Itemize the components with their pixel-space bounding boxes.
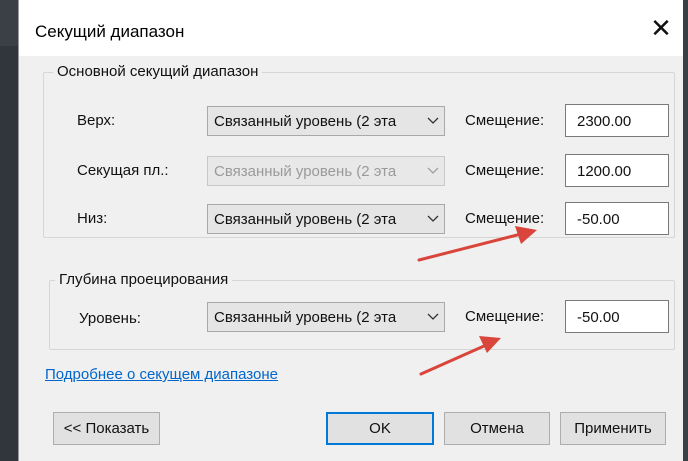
dialog-title: Секущий диапазон [35,22,185,41]
cancel-button[interactable]: Отмена [444,412,550,445]
depth-level-combo[interactable]: Связанный уровень (2 эта [207,302,445,332]
cut-plane-offset-label: Смещение: [465,162,545,179]
bottom-offset-label: Смещение: [465,210,545,227]
top-level-combo[interactable]: Связанный уровень (2 эта [207,106,445,136]
chevron-down-icon [422,205,444,233]
bottom-offset-value: -50.00 [577,211,620,228]
apply-button[interactable]: Применить [560,412,666,445]
top-offset-label: Смещение: [465,112,545,129]
depth-level-combo-value: Связанный уровень (2 эта [214,309,397,326]
primary-range-group-label: Основной секущий диапазон [53,63,263,80]
cut-plane-level-combo-value: Связанный уровень (2 эта [214,163,397,180]
top-offset-value: 2300.00 [577,113,632,130]
cut-plane-offset-field[interactable]: 1200.00 [565,154,669,187]
view-range-dialog: Секущий диапазон ✕ Основной секущий диап… [18,0,683,461]
depth-offset-value: -50.00 [577,309,620,326]
depth-offset-label: Смещение: [465,308,545,325]
bottom-offset-field[interactable]: -50.00 [565,202,669,235]
cut-plane-level-combo: Связанный уровень (2 эта [207,156,445,186]
view-range-help-link[interactable]: Подробнее о секущем диапазоне [45,366,278,383]
chevron-down-icon [422,107,444,135]
depth-offset-field[interactable]: -50.00 [565,300,669,333]
depth-level-label: Уровень: [79,310,141,327]
top-offset-field[interactable]: 2300.00 [565,104,669,137]
ok-button[interactable]: OK [326,412,434,445]
bottom-label: Низ: [77,210,108,227]
background-window-left [0,0,18,461]
bottom-level-combo[interactable]: Связанный уровень (2 эта [207,204,445,234]
chevron-down-icon [422,157,444,185]
title-bar: Секущий диапазон ✕ [19,0,683,56]
view-depth-group-label: Глубина проецирования [55,271,233,288]
show-button[interactable]: << Показать [53,412,160,445]
close-button[interactable]: ✕ [643,10,679,46]
bottom-level-combo-value: Связанный уровень (2 эта [214,211,397,228]
top-label: Верх: [77,112,116,129]
top-level-combo-value: Связанный уровень (2 эта [214,113,397,130]
close-icon: ✕ [650,12,672,43]
chevron-down-icon [422,303,444,331]
cut-plane-offset-value: 1200.00 [577,163,632,180]
cut-plane-label: Секущая пл.: [77,162,169,179]
